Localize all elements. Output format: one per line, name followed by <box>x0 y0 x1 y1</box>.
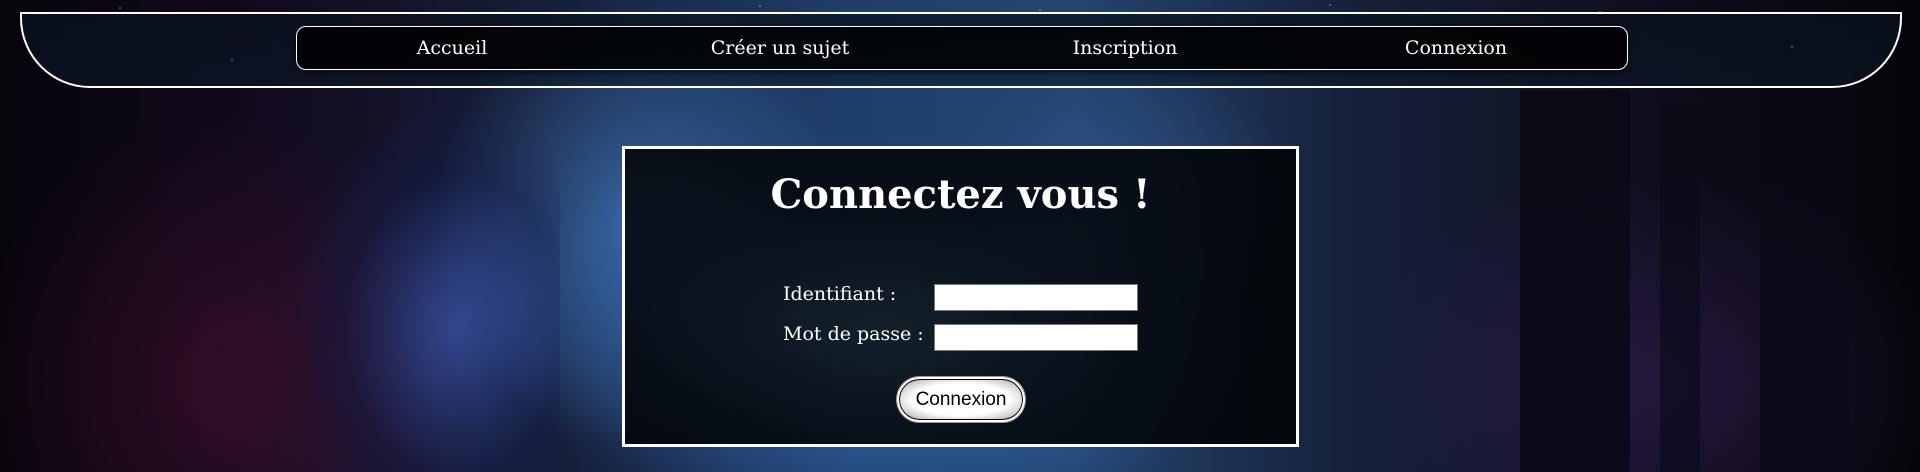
password-input[interactable] <box>934 324 1138 351</box>
tree-trunk-decoration <box>1660 100 1700 472</box>
username-input[interactable] <box>934 284 1138 311</box>
nav-link-connexion[interactable]: Connexion <box>1405 26 1507 70</box>
forest-foliage-decoration <box>300 110 560 472</box>
nav-link-accueil[interactable]: Accueil <box>417 26 488 70</box>
login-title: Connectez vous ! <box>770 171 1151 218</box>
password-label: Mot de passe : <box>783 323 924 345</box>
nav-link-inscription[interactable]: Inscription <box>1073 26 1178 70</box>
login-submit-button[interactable]: Connexion <box>897 377 1025 422</box>
login-panel: Connectez vous ! Identifiant : Mot de pa… <box>622 146 1299 447</box>
tree-trunk-decoration <box>1520 90 1630 472</box>
nav-link-creer-sujet[interactable]: Créer un sujet <box>711 26 850 70</box>
username-label: Identifiant : <box>783 283 897 305</box>
tree-trunk-decoration <box>1760 70 1850 472</box>
